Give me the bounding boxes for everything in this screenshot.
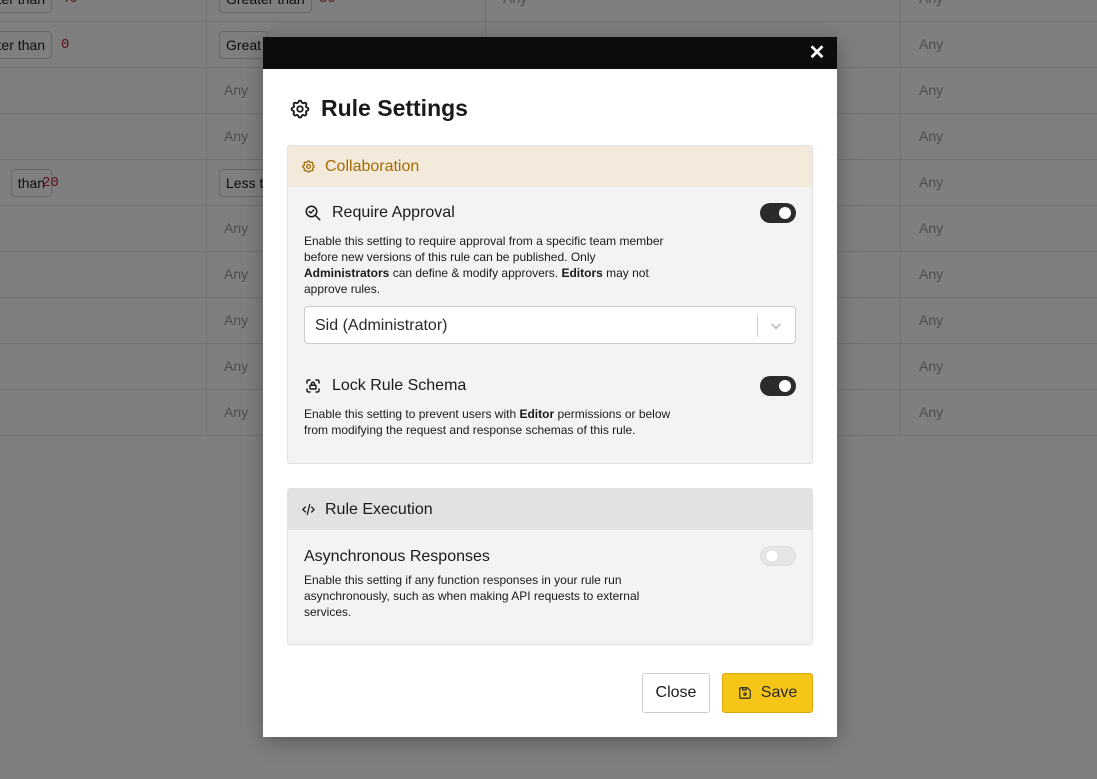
collaboration-header: Collaboration	[288, 146, 812, 187]
close-button-label: Close	[655, 684, 697, 701]
require-approval-toggle[interactable]	[760, 203, 796, 223]
zoom-check-icon	[305, 205, 321, 221]
rule-execution-header: Rule Execution	[288, 489, 812, 530]
toggle-knob	[779, 380, 791, 392]
select-separator	[757, 315, 758, 337]
code-icon	[302, 503, 315, 516]
lock-scan-icon	[306, 379, 320, 393]
collaboration-heading: Collaboration	[325, 157, 420, 175]
lock-schema-toggle[interactable]	[760, 376, 796, 396]
collaboration-panel: Collaboration Require Approval Enable th…	[287, 145, 813, 464]
save-button[interactable]: Save	[722, 673, 813, 713]
toggle-knob	[766, 550, 778, 562]
rule-settings-modal: ✕ Rule Settings Collaboration Require Ap…	[263, 37, 837, 737]
lock-schema-description: Enable this setting to prevent users wit…	[304, 407, 671, 437]
modal-title-text: Rule Settings	[321, 95, 468, 121]
approver-select-value: Sid (Administrator)	[315, 317, 448, 334]
close-button[interactable]: Close	[642, 673, 710, 713]
require-approval-description: Enable this setting to require approval …	[304, 234, 664, 296]
async-responses-label: Asynchronous Responses	[304, 548, 490, 565]
save-button-label: Save	[760, 684, 798, 701]
gear-badge-icon	[302, 160, 315, 173]
close-icon[interactable]: ✕	[807, 43, 827, 63]
lock-schema-label: Lock Rule Schema	[332, 377, 467, 394]
require-approval-label: Require Approval	[332, 204, 455, 221]
rule-execution-panel: Rule Execution Asynchronous Responses En…	[287, 488, 813, 645]
async-responses-title: Asynchronous Responses	[304, 548, 490, 566]
toggle-knob	[779, 207, 791, 219]
chevron-down-icon[interactable]	[768, 318, 784, 334]
floppy-disk-icon	[738, 687, 751, 699]
gear-icon	[290, 99, 310, 118]
async-responses-description: Enable this setting if any function resp…	[304, 573, 640, 619]
lock-schema-title: Lock Rule Schema	[304, 377, 466, 395]
modal-title: Rule Settings	[289, 95, 468, 122]
approver-select[interactable]: Sid (Administrator)	[304, 306, 796, 344]
modal-header-bar: ✕	[263, 37, 837, 69]
async-responses-toggle[interactable]	[760, 546, 796, 566]
rule-execution-heading: Rule Execution	[325, 500, 433, 518]
require-approval-title: Require Approval	[304, 204, 455, 222]
